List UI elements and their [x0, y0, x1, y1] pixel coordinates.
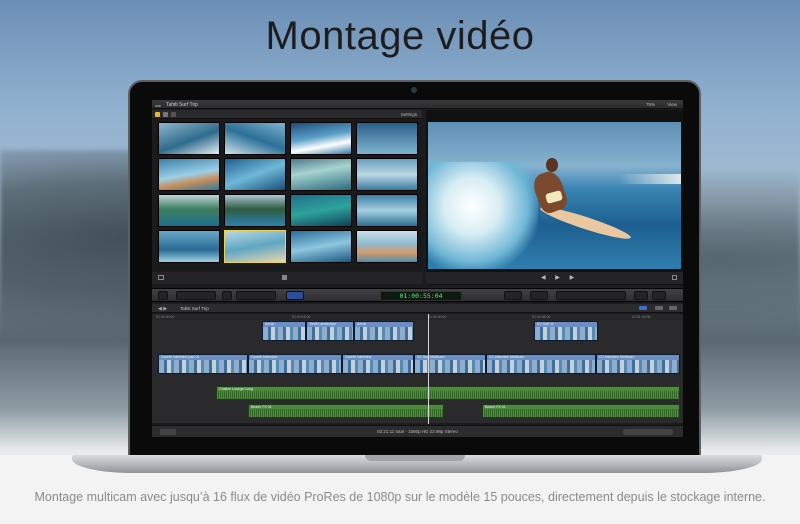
- clip-thumbnail[interactable]: [290, 122, 352, 155]
- select-tool-icon[interactable]: [286, 291, 304, 300]
- viewer-footer: ◀ ▶ ▶: [426, 272, 683, 284]
- library-icon[interactable]: [155, 112, 160, 117]
- append-buttons-group[interactable]: [236, 291, 276, 300]
- zoom-slider[interactable]: [623, 429, 673, 435]
- clip-appearance-toggle[interactable]: [669, 306, 677, 310]
- clip-thumbnail[interactable]: [224, 158, 286, 191]
- connected-clip[interactable]: Aerial: [262, 321, 306, 341]
- clip-thumbnail[interactable]: [356, 194, 418, 227]
- playback-controls[interactable]: ◀ ▶ ▶: [541, 274, 578, 281]
- connected-clip[interactable]: Aerial: [354, 321, 414, 341]
- primary-clip[interactable]: GJ Interview Multicam: [596, 354, 680, 374]
- music-audio-clip[interactable]: Chalice Lounge Long: [216, 386, 680, 400]
- project-name: Tahiti Surf Trip: [180, 306, 209, 311]
- skimming-toggle[interactable]: [639, 306, 647, 310]
- clip-appearance-icon[interactable]: [282, 275, 287, 280]
- browser-toolbar: Settings: [152, 110, 422, 119]
- ruler-mark: 01:00:00:00: [156, 315, 175, 319]
- clip-thumbnail[interactable]: [158, 122, 220, 155]
- view-menu[interactable]: View: [667, 102, 677, 107]
- window-titlebar: Tahiti Surf Trip 75% View: [152, 100, 683, 113]
- timeline-status-bar: 02:21:11 total - 1080p HD 23.98p Stereo: [152, 425, 683, 437]
- clip-thumbnail[interactable]: [158, 230, 220, 263]
- laptop-notch: [365, 455, 465, 461]
- timeline-header: ◀ ▶ Tahiti Surf Trip: [152, 304, 683, 313]
- magic-wand-icon[interactable]: [504, 291, 522, 300]
- clip-thumbnail[interactable]: [290, 230, 352, 263]
- window-title: Tahiti Surf Trip: [166, 102, 198, 108]
- sound-effect-clip[interactable]: Beach FX 01: [248, 404, 444, 418]
- page-headline: Montage vidéo: [265, 14, 535, 58]
- clip-thumbnail[interactable]: [158, 194, 220, 227]
- connected-clip[interactable]: Tahiti Landscape: [306, 321, 354, 341]
- ruler-mark: 01:00:15:00: [292, 315, 311, 319]
- feature-caption: Montage multicam avec jusqu’à 16 flux de…: [34, 490, 766, 504]
- clip-thumbnail[interactable]: [290, 194, 352, 227]
- timeline[interactable]: Aerial Tahiti Landscape Aerial GJ Surf 1…: [152, 320, 683, 423]
- clip-thumbnail[interactable]: [356, 122, 418, 155]
- browser-settings-menu[interactable]: Settings: [401, 112, 417, 117]
- clip-thumbnail[interactable]: [290, 158, 352, 191]
- fullscreen-icon[interactable]: [672, 275, 677, 280]
- snapping-toggle[interactable]: [655, 306, 663, 310]
- primary-clip[interactable]: Gareth Interview: [248, 354, 342, 374]
- music-icon[interactable]: [171, 112, 176, 117]
- history-nav-icon[interactable]: ◀ ▶: [158, 306, 167, 312]
- record-voiceover-icon[interactable]: [158, 291, 168, 300]
- background-tasks-icon[interactable]: [530, 291, 548, 300]
- dashboard-timecode[interactable]: 01:00:55:04: [380, 291, 462, 301]
- media-browser-buttons[interactable]: [556, 291, 626, 300]
- sound-effect-clip[interactable]: Beach FX 01: [482, 404, 680, 418]
- edit-buttons-group[interactable]: [176, 291, 216, 300]
- zoom-level[interactable]: 75%: [646, 102, 655, 107]
- window-controls[interactable]: [155, 103, 163, 113]
- main-toolbar: 01:00:55:04: [152, 288, 683, 302]
- primary-clip[interactable]: GJ Interview Multicam: [486, 354, 596, 374]
- share-icon[interactable]: [652, 291, 666, 300]
- ruler-mark: 01:00:45:00: [532, 315, 551, 319]
- surfer-video-frame: [428, 122, 681, 269]
- camera-icon: [411, 87, 417, 93]
- app-screen: Tahiti Surf Trip 75% View Settings ◀ ▶ ▶…: [152, 100, 683, 437]
- filmstrip-view-icon[interactable]: [158, 275, 164, 280]
- primary-clip[interactable]: GJ Surf Multicam: [414, 354, 486, 374]
- primary-clip[interactable]: Gareth Interview: [342, 354, 414, 374]
- clip-thumbnail[interactable]: [356, 230, 418, 263]
- clip-thumbnail[interactable]: [224, 122, 286, 155]
- ruler-mark: 01:00:30:00: [428, 315, 447, 319]
- clip-thumbnail[interactable]: [356, 158, 418, 191]
- viewer: ◀ ▶ ▶: [426, 110, 683, 285]
- playhead[interactable]: [428, 314, 429, 424]
- clip-thumbnail-selected[interactable]: [224, 230, 286, 263]
- project-info: 02:21:11 total - 1080p HD 23.98p Stereo: [377, 429, 458, 434]
- search-icon[interactable]: [222, 291, 232, 300]
- primary-clip[interactable]: Gareth Interview part 01: [158, 354, 248, 374]
- media-browser: [156, 120, 422, 270]
- ruler-mark: 01:01:00:00: [632, 315, 651, 319]
- clip-thumbnail[interactable]: [158, 158, 220, 191]
- inspector-icon[interactable]: [634, 291, 648, 300]
- browser-footer: [152, 272, 422, 284]
- clip-thumbnail[interactable]: [224, 194, 286, 227]
- photos-icon[interactable]: [163, 112, 168, 117]
- connected-clip[interactable]: GJ Surf 11: [534, 321, 598, 341]
